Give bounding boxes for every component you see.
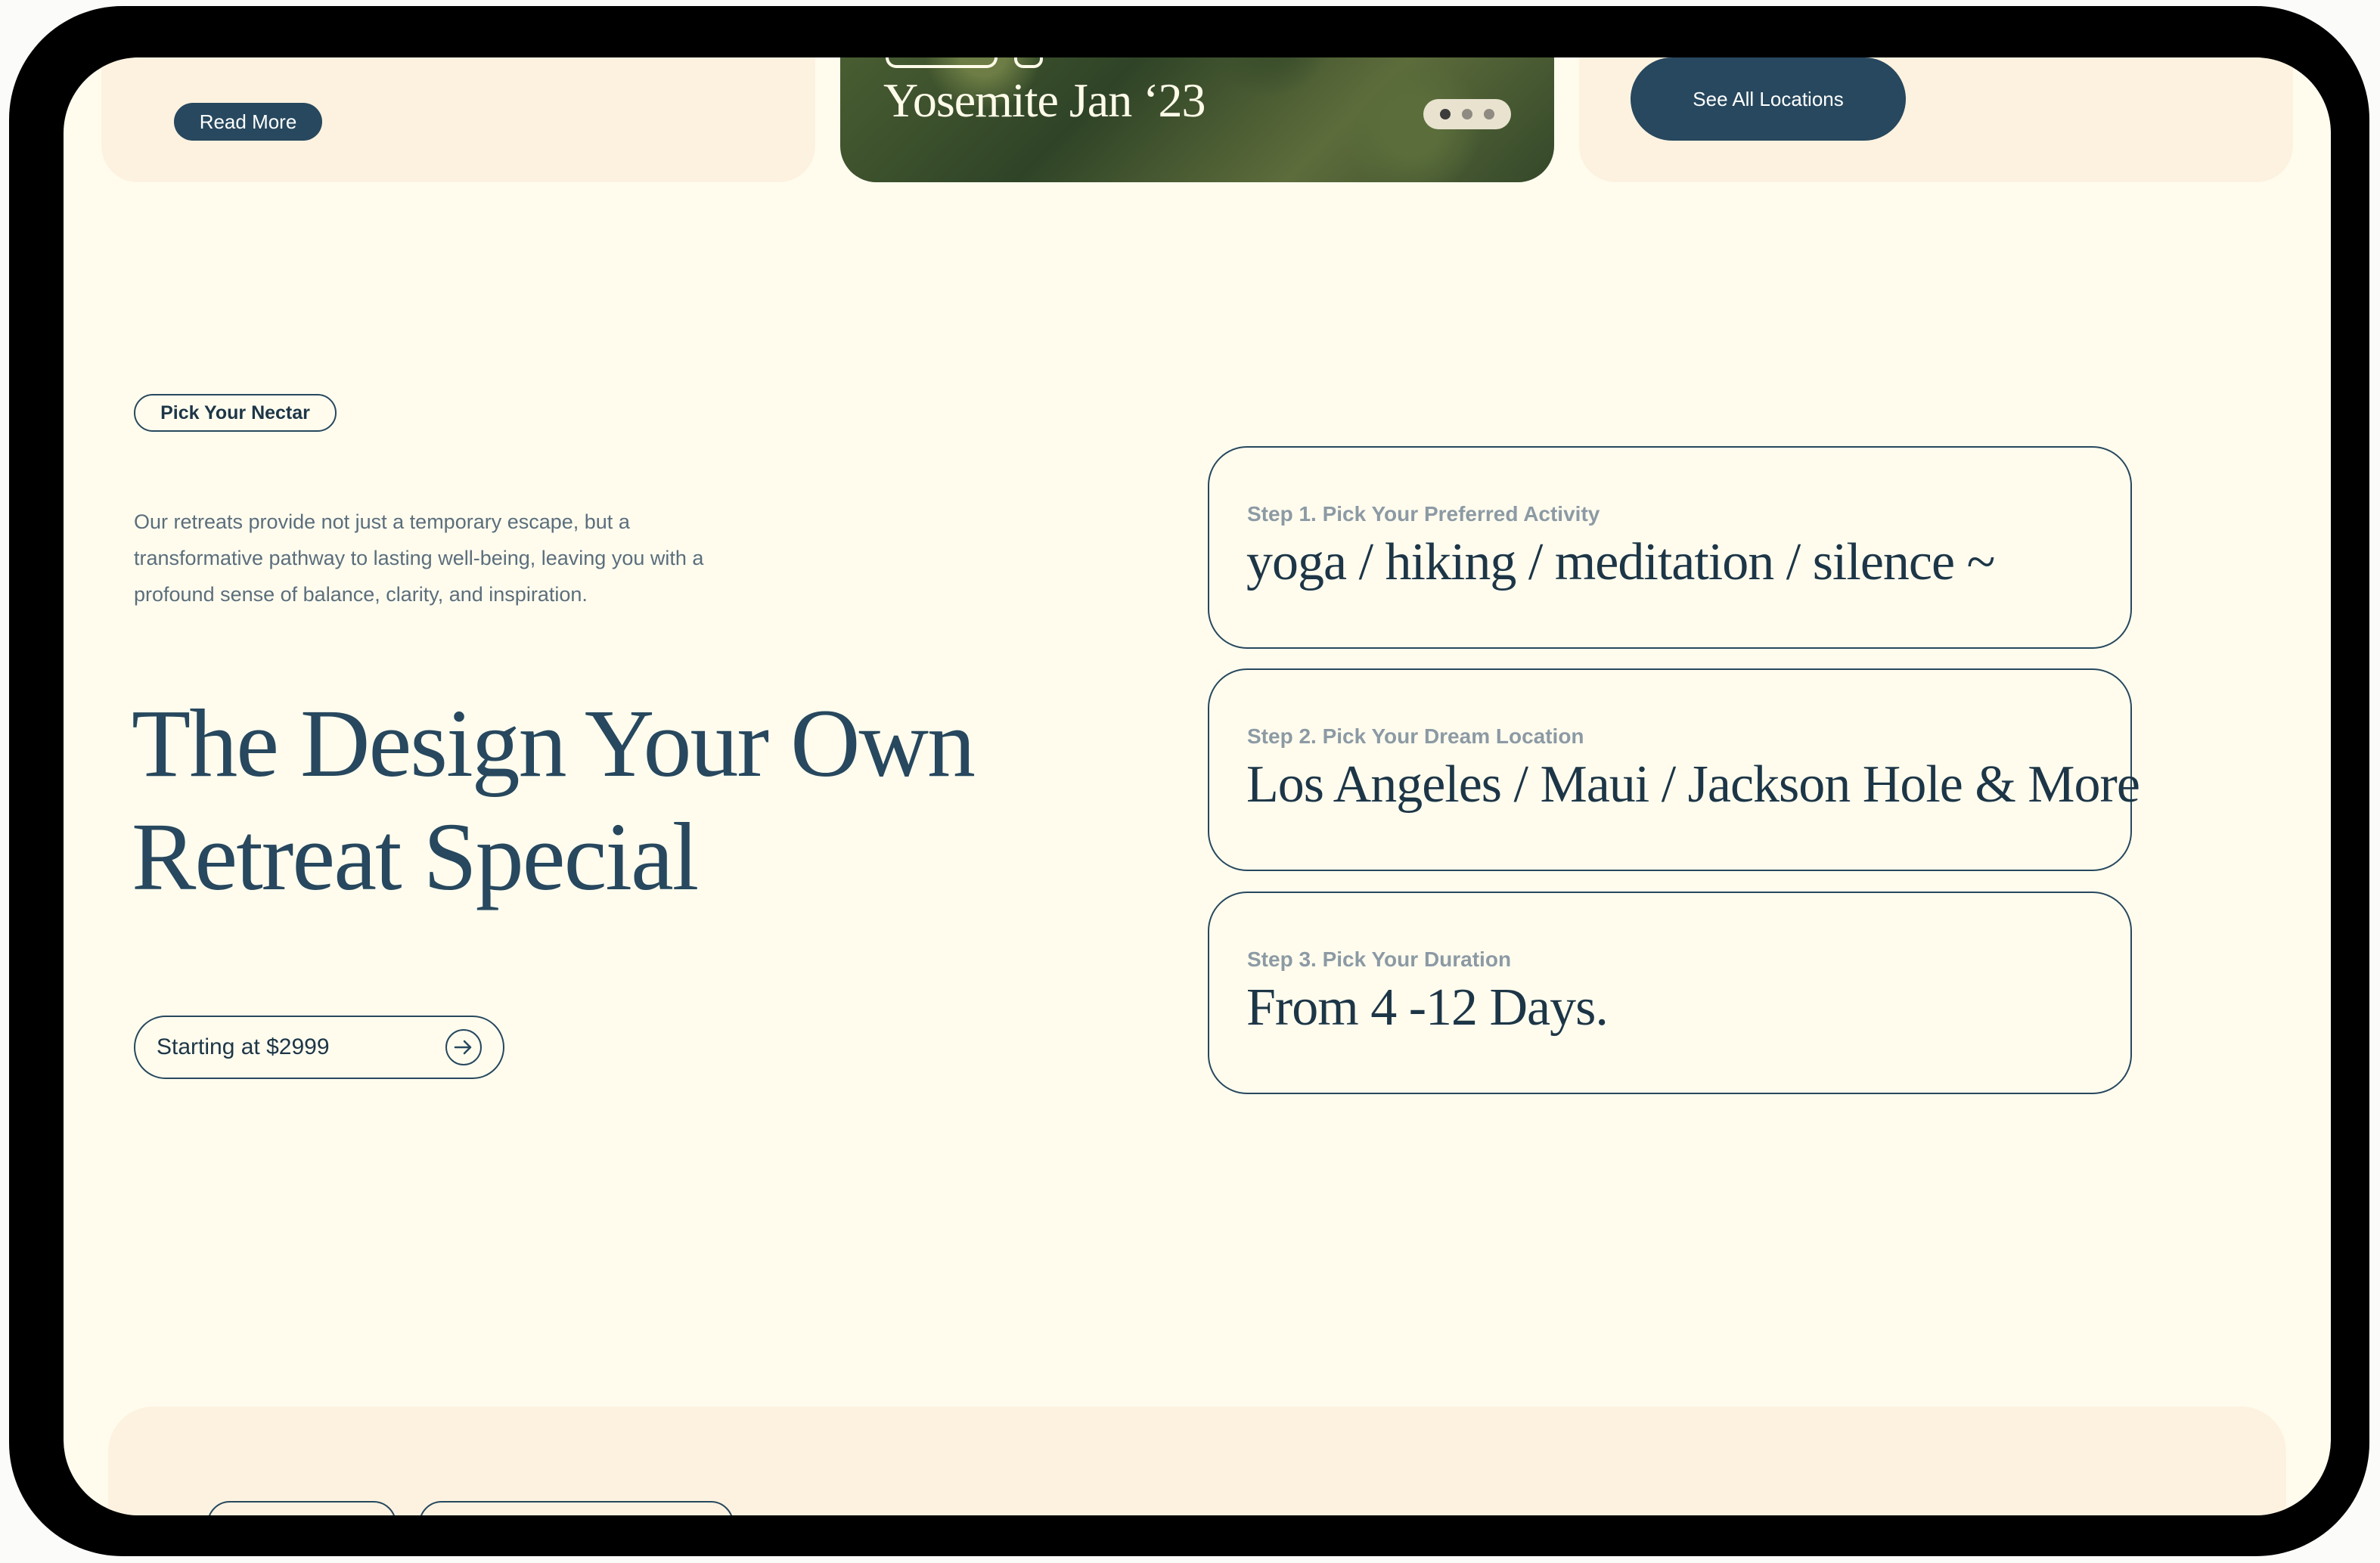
carousel-dot-1[interactable] — [1439, 109, 1451, 119]
step-duration-card[interactable]: Step 3. Pick Your Duration From 4 -12 Da… — [1208, 892, 2132, 1094]
next-section-pill-2[interactable] — [419, 1501, 734, 1515]
next-section-pill-1[interactable] — [207, 1501, 396, 1515]
photo-tag-pill — [886, 57, 998, 68]
step-3-label: Step 3. Pick Your Duration — [1247, 947, 1512, 971]
page-title: The Design Your Own Retreat Special — [132, 687, 1039, 913]
badge-label: Pick Your Nectar — [160, 402, 310, 423]
photo-tag-icon — [1014, 57, 1043, 68]
intro-description: Our retreats provide not just a temporar… — [134, 510, 704, 606]
read-more-button[interactable]: Read More — [174, 103, 322, 141]
step-activity-card[interactable]: Step 1. Pick Your Preferred Activity yog… — [1208, 446, 2132, 649]
price-label: Starting at $2999 — [157, 1034, 330, 1059]
dashed-route-decoration — [1682, 1464, 2196, 1515]
carousel-dots[interactable] — [1423, 99, 1511, 129]
starting-price-button[interactable]: Starting at $2999 — [134, 1016, 504, 1079]
carousel-dot-2[interactable] — [1461, 109, 1472, 119]
step-3-value: From 4 -12 Days. — [1246, 978, 1609, 1037]
step-2-label: Step 2. Pick Your Dream Location — [1247, 724, 1584, 748]
step-location-card[interactable]: Step 2. Pick Your Dream Location Los Ang… — [1208, 668, 2140, 871]
arrow-right-icon — [445, 1029, 482, 1065]
read-more-label: Read More — [199, 110, 297, 133]
yosemite-photo-card[interactable]: Yosemite Jan ‘23 — [840, 57, 1554, 182]
headline-line-1: The Design Your Own — [132, 690, 976, 797]
step-1-value: yoga / hiking / meditation / silence ~ — [1246, 533, 1995, 591]
headline-line-2: Retreat Special — [132, 803, 699, 910]
pick-your-nectar-badge: Pick Your Nectar — [134, 394, 337, 432]
see-all-locations-label: See All Locations — [1693, 87, 1844, 110]
carousel-dot-3[interactable] — [1484, 109, 1495, 119]
screen: Read More Yosemite Jan ‘23 See All Locat… — [64, 57, 2331, 1515]
retreat-card-left: Read More — [101, 57, 815, 182]
device-frame: Read More Yosemite Jan ‘23 See All Locat… — [9, 6, 2369, 1556]
see-all-locations-button[interactable]: See All Locations — [1631, 57, 1906, 141]
photo-title: Yosemite Jan ‘23 — [883, 73, 1206, 127]
step-1-label: Step 1. Pick Your Preferred Activity — [1247, 502, 1600, 526]
step-2-value: Los Angeles / Maui / Jackson Hole & More — [1246, 755, 2140, 814]
locations-card: See All Locations — [1579, 57, 2293, 182]
